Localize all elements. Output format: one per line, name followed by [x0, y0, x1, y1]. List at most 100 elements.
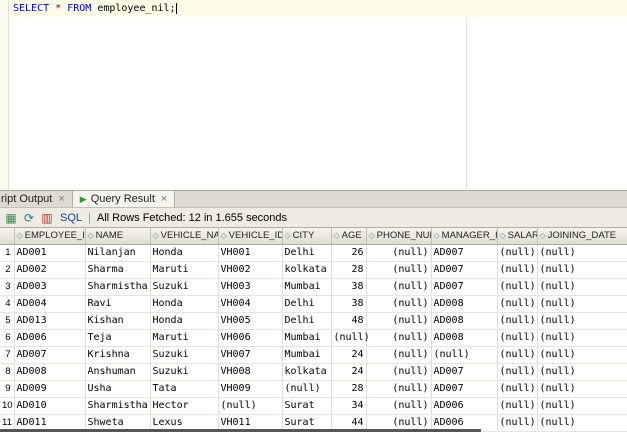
column-header-vehicle_name[interactable]: ◇VEHICLE_NAME — [150, 228, 219, 245]
cell-salary[interactable]: (null) — [497, 244, 538, 262]
cell-name[interactable]: Sharmistha — [85, 397, 151, 415]
cell-name[interactable]: Ravi — [85, 295, 151, 313]
cell-vehicle_id[interactable]: VH001 — [218, 244, 283, 262]
cell-city[interactable]: kolkata — [282, 261, 332, 279]
cell-vehicle_name[interactable]: Maruti — [150, 261, 219, 279]
cell-salary[interactable]: (null) — [497, 295, 538, 313]
table-row[interactable]: 7 AD007 Krishna Suzuki VH007 Mumbai 24 (null) (n… — [0, 346, 627, 364]
cell-phone_num[interactable]: (null) — [366, 397, 432, 415]
cell-name[interactable]: Sharmistha — [85, 278, 151, 296]
cell-employee_id[interactable]: AD008 — [14, 363, 86, 381]
cell-joining_date[interactable]: (null) — [537, 295, 627, 313]
cell-joining_date[interactable]: (null) — [537, 244, 627, 262]
cell-name[interactable]: Kishan — [85, 312, 151, 330]
cell-salary[interactable]: (null) — [497, 278, 538, 296]
cell-vehicle_id[interactable]: VH002 — [218, 261, 283, 279]
cell-manager_id[interactable]: AD007 — [431, 363, 498, 381]
cell-joining_date[interactable]: (null) — [537, 278, 627, 296]
sql-query-line[interactable]: SELECT * FROM employee_nil; — [13, 2, 177, 16]
cell-joining_date[interactable]: (null) — [537, 329, 627, 347]
cell-manager_id[interactable]: AD007 — [431, 244, 498, 262]
table-row[interactable]: 5 AD013 Kishan Honda VH005 Delhi 48 (null) AD008… — [0, 312, 627, 330]
tab-query-result[interactable]: ▶ Query Result × — [72, 191, 176, 207]
cell-city[interactable]: (null) — [282, 380, 332, 398]
cell-city[interactable]: kolkata — [282, 363, 332, 381]
cell-phone_num[interactable]: (null) — [366, 329, 432, 347]
table-row[interactable]: 9 AD009 Usha Tata VH009 (null) 28 (null) AD007 (n… — [0, 380, 627, 398]
cell-salary[interactable]: (null) — [497, 363, 538, 381]
cell-vehicle_name[interactable]: Suzuki — [150, 363, 219, 381]
column-header-name[interactable]: ◇ NAME — [85, 228, 151, 245]
cell-age[interactable]: 26 — [331, 244, 367, 262]
cell-age[interactable]: (null) — [331, 329, 370, 347]
cell-city[interactable]: Delhi — [282, 295, 332, 313]
cell-vehicle_name[interactable]: Hector — [150, 397, 219, 415]
cell-name[interactable]: Nilanjan — [85, 244, 151, 262]
cell-vehicle_id[interactable]: VH008 — [218, 363, 283, 381]
cell-employee_id[interactable]: AD009 — [14, 380, 86, 398]
cell-city[interactable]: Mumbai — [282, 329, 332, 347]
cell-vehicle_id[interactable]: VH005 — [218, 312, 283, 330]
cell-vehicle_id[interactable]: VH007 — [218, 346, 283, 364]
cell-employee_id[interactable]: AD006 — [14, 329, 86, 347]
column-header-vehicle_id[interactable]: ◇ VEHICLE_ID — [218, 228, 283, 245]
table-row[interactable]: 2 AD002 Sharma Maruti VH002 kolkata 28 (null) AD… — [0, 261, 627, 279]
column-header-age[interactable]: ◇ AGE — [331, 228, 367, 245]
cell-joining_date[interactable]: (null) — [537, 346, 627, 364]
cell-age[interactable]: 28 — [331, 261, 367, 279]
cell-salary[interactable]: (null) — [497, 261, 538, 279]
cell-joining_date[interactable]: (null) — [537, 363, 627, 381]
cell-age[interactable]: 24 — [331, 363, 367, 381]
script-grid-icon[interactable]: ▥ — [40, 211, 54, 225]
cell-age[interactable]: 28 — [331, 380, 367, 398]
cell-age[interactable]: 24 — [331, 346, 367, 364]
result-grid[interactable]: ◇EMPLOYEE_ID◇NAME◇VEHICLE_NAME◇VEHICLE_I… — [0, 228, 627, 437]
cell-manager_id[interactable]: AD007 — [431, 278, 498, 296]
cell-vehicle_id[interactable]: VH009 — [218, 380, 283, 398]
cell-vehicle_name[interactable]: Suzuki — [150, 278, 219, 296]
cell-joining_date[interactable]: (null) — [537, 397, 627, 415]
tab-close-icon[interactable]: × — [161, 193, 167, 205]
cell-age[interactable]: 34 — [331, 397, 367, 415]
refresh-icon[interactable]: ⟳ — [22, 211, 36, 225]
cell-vehicle_name[interactable]: Honda — [150, 244, 219, 262]
grid-pin-icon[interactable]: ▦ — [4, 211, 18, 225]
cell-phone_num[interactable]: (null) — [366, 295, 432, 313]
cell-vehicle_name[interactable]: Suzuki — [150, 346, 219, 364]
cell-joining_date[interactable]: (null) — [537, 312, 627, 330]
cell-phone_num[interactable]: (null) — [366, 346, 432, 364]
sql-worksheet-editor[interactable]: SELECT * FROM employee_nil; — [0, 0, 627, 190]
cell-employee_id[interactable]: AD013 — [14, 312, 86, 330]
cell-employee_id[interactable]: AD010 — [14, 397, 86, 415]
column-header-manager_id[interactable]: ◇MANAGER_ID — [431, 228, 498, 245]
cell-manager_id[interactable]: AD008 — [431, 329, 498, 347]
cell-employee_id[interactable]: AD001 — [14, 244, 86, 262]
cell-joining_date[interactable]: (null) — [537, 380, 627, 398]
cell-phone_num[interactable]: (null) — [366, 312, 432, 330]
cell-joining_date[interactable]: (null) — [537, 414, 627, 432]
cell-vehicle_name[interactable]: Tata — [150, 380, 219, 398]
cell-vehicle_id[interactable]: VH004 — [218, 295, 283, 313]
cell-phone_num[interactable]: (null) — [366, 261, 432, 279]
cell-manager_id[interactable]: AD008 — [431, 295, 498, 313]
cell-age[interactable]: 48 — [331, 312, 367, 330]
table-row[interactable]: 4 AD004 Ravi Honda VH004 Delhi 38 (null) AD008 (n… — [0, 295, 627, 313]
tab-close-icon[interactable]: × — [58, 193, 64, 205]
horizontal-scrollbar[interactable] — [0, 429, 481, 432]
cell-employee_id[interactable]: AD002 — [14, 261, 86, 279]
column-header-phone_num[interactable]: ◇PHONE_NUM — [366, 228, 432, 245]
cell-salary[interactable]: (null) — [497, 346, 538, 364]
cell-name[interactable]: Teja — [85, 329, 151, 347]
cell-phone_num[interactable]: (null) — [366, 278, 432, 296]
table-row[interactable]: 8 AD008 Anshuman Suzuki VH008 kolkata 24 (null)… — [0, 363, 627, 381]
cell-vehicle_name[interactable]: Maruti — [150, 329, 219, 347]
cell-city[interactable]: Mumbai — [282, 346, 332, 364]
cell-employee_id[interactable]: AD004 — [14, 295, 86, 313]
column-header-employee_id[interactable]: ◇EMPLOYEE_ID — [14, 228, 86, 245]
cell-joining_date[interactable]: (null) — [537, 261, 627, 279]
cell-salary[interactable]: (null) — [497, 380, 538, 398]
cell-salary[interactable]: (null) — [497, 329, 538, 347]
cell-name[interactable]: Usha — [85, 380, 151, 398]
cell-city[interactable]: Mumbai — [282, 278, 332, 296]
cell-employee_id[interactable]: AD007 — [14, 346, 86, 364]
